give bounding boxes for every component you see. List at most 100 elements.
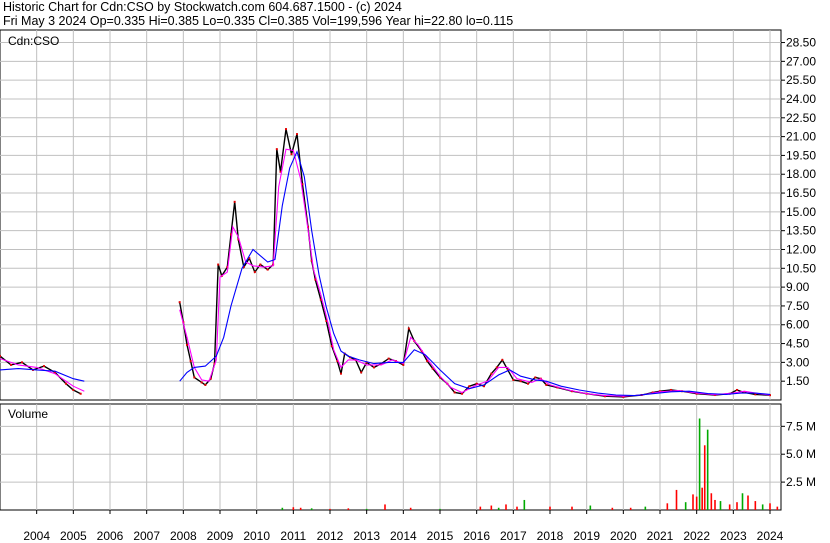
volume-bar [703,445,706,510]
price-close-marker [233,200,236,203]
volume-bar [769,503,771,510]
x-tick-label: 2012 [317,529,344,543]
price-tick-label: 22.50 [786,111,816,125]
price-close-marker [65,382,67,385]
price-tick-label: 18.00 [786,167,816,181]
price-tick-label: 6.00 [786,318,810,332]
price-close-marker [10,363,12,366]
volume-bar [698,418,701,510]
volume-bar [611,507,614,510]
volume-bar [292,507,295,510]
price-close-marker [340,372,342,375]
price-tick-label: 27.00 [786,54,816,68]
volume-bar [692,494,694,510]
x-tick-label: 2021 [647,529,674,543]
x-tick-label: 2014 [390,529,417,543]
volume-bar [329,508,331,510]
price-close-marker [360,371,363,374]
volume-bar [365,508,368,510]
price-close-marker [501,358,504,361]
price-close-marker [296,133,298,136]
price-tick-label: 21.00 [786,130,816,144]
volume-bar [776,506,779,510]
price-close-marker [217,263,220,266]
x-tick-label: 2011 [280,529,306,543]
volume-bar [666,503,669,510]
price-close-marker [285,128,287,131]
x-tick-label: 2015 [427,529,454,543]
x-tick-label: 2019 [573,529,600,543]
volume-bar [719,501,722,510]
price-close-marker [43,365,45,368]
x-tick-label: 2010 [243,529,270,543]
x-tick-label: 2024 [757,529,784,543]
price-close-marker [189,360,192,363]
volume-bar [629,507,632,510]
price-close-marker [253,271,256,274]
x-tick-label: 2008 [170,529,197,543]
price-close-marker [534,376,537,379]
x-axis: 2004 2005 2006 2007 2008 2009 2010 2011 2012 2013… [23,510,784,543]
volume-title: Volume [8,407,48,421]
price-tick-label: 10.50 [786,261,816,275]
volume-bar [714,499,716,510]
price-close-marker [266,268,269,271]
price-plot-area [0,29,782,401]
price-close-marker [0,355,1,358]
price-close-marker [519,380,522,383]
price-close-marker [178,301,181,304]
price-panel: 1.50 3.00 4.50 6.00 7.50 9.00 10.50 12.00 13.50 1… [0,29,816,401]
price-close-marker [545,383,548,386]
x-tick-label: 2007 [133,529,160,543]
volume-tick-label: 5.0 M [786,447,816,461]
volume-bar [706,429,709,510]
price-close-marker [72,388,75,391]
volume-bar [505,504,507,510]
volume-bar [516,506,518,510]
price-close-marker [468,385,471,388]
volume-bar [409,507,412,510]
x-tick-label: 2020 [610,529,637,543]
volume-bar [523,499,526,510]
ticker-label: Cdn:CSO [8,34,59,48]
stock-chart: 1.50 3.00 4.50 6.00 7.50 9.00 10.50 12.00 13.50 1… [0,29,816,543]
volume-bar [549,506,551,510]
volume-bar [299,507,302,510]
x-tick-label: 2017 [500,529,527,543]
price-close-marker [259,263,262,266]
volume-bar [761,504,764,510]
price-tick-label: 16.50 [786,186,816,200]
volume-bar [439,508,441,510]
volume-panel: 2.5 M 5.0 M 7.5 M Volume [0,403,816,511]
price-close-marker [373,366,375,369]
price-tick-label: 28.50 [786,36,816,50]
volume-bar [281,507,284,510]
price-close-marker [186,343,188,346]
price-close-marker [736,388,738,391]
x-tick-label: 2022 [683,529,710,543]
price-close-marker [407,327,410,330]
price-tick-label: 1.50 [786,374,810,388]
volume-bar [736,502,738,510]
price-close-marker [490,372,493,375]
x-tick-label: 2006 [97,529,124,543]
volume-tick-label: 2.5 M [786,475,816,489]
price-tick-label: 12.00 [786,242,816,256]
price-tick-label: 3.00 [786,355,810,369]
volume-bar [741,493,744,510]
x-tick-label: 2023 [720,529,747,543]
price-close-marker [453,391,456,394]
price-close-marker [527,382,529,385]
volume-bar [701,487,703,510]
volume-bar [747,495,749,510]
volume-bar [589,505,592,510]
volume-bar [310,508,313,510]
price-tick-label: 9.00 [786,280,810,294]
price-y-ticks: 1.50 3.00 4.50 6.00 7.50 9.00 10.50 12.00 13.50 1… [781,36,816,388]
price-tick-label: 13.50 [786,224,816,238]
x-tick-label: 2018 [537,529,564,543]
price-tick-label: 19.50 [786,148,816,162]
volume-bar [754,501,757,510]
price-close-marker [200,381,203,384]
price-close-marker [426,360,429,363]
